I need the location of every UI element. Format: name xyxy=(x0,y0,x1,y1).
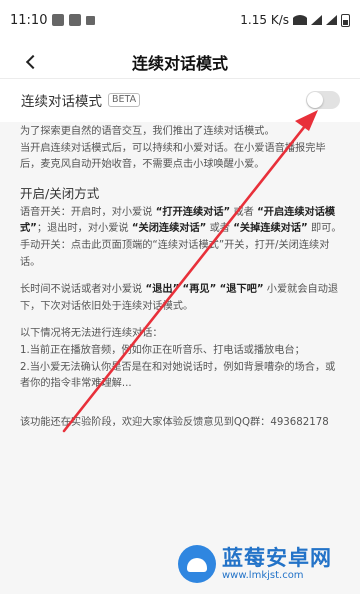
watermark-title: 蓝莓安卓网 xyxy=(222,546,332,570)
annotation-arrow-head xyxy=(295,110,318,131)
site-watermark: 蓝莓安卓网 www.lmkjst.com xyxy=(178,545,332,583)
android-logo-icon xyxy=(178,545,216,583)
annotation-arrow xyxy=(62,110,318,433)
annotation-arrow-line xyxy=(62,119,311,433)
watermark-url: www.lmkjst.com xyxy=(222,570,304,581)
